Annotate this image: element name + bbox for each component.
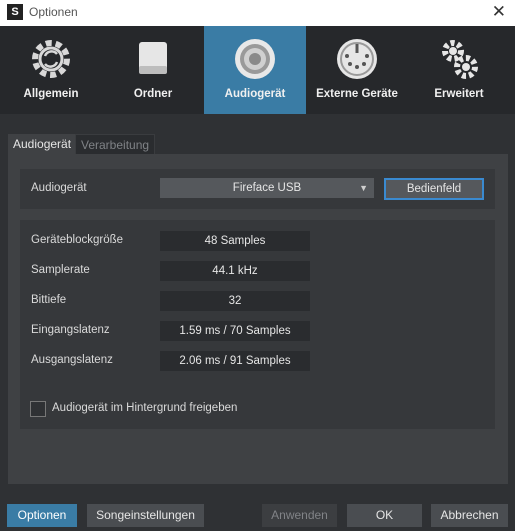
chevron-down-icon: ▼: [359, 183, 368, 193]
title-bar: S Optionen ✕: [0, 0, 515, 26]
ok-button[interactable]: OK: [347, 504, 422, 527]
param-value: 1.59 ms / 70 Samples: [160, 321, 310, 341]
toolbar-label: Externe Geräte: [316, 88, 398, 100]
gears-icon: [442, 40, 478, 79]
param-value: 32: [160, 291, 310, 311]
tab-verarbeitung[interactable]: Verarbeitung: [75, 134, 156, 154]
tab-audiogeraet[interactable]: Audiogerät: [8, 134, 77, 154]
background-release-label: Audiogerät im Hintergrund freigeben: [52, 402, 238, 414]
speaker-icon: [235, 39, 275, 79]
cancel-button[interactable]: Abbrechen: [431, 504, 508, 527]
background-release-checkbox[interactable]: [30, 401, 46, 417]
toolbar-label: Audiogerät: [224, 88, 286, 100]
apply-button[interactable]: Anwenden: [262, 504, 337, 527]
toolbar-label: Erweitert: [434, 88, 484, 100]
options-toolbar: Allgemein Ordner Audiogerät Externe Gerä…: [0, 26, 515, 114]
gear-icon: [32, 40, 70, 78]
toolbar-label: Ordner: [133, 88, 173, 100]
close-icon[interactable]: ✕: [492, 2, 506, 22]
audio-device-panel: Audiogerät Fireface USB ▼ Bedienfeld Ger…: [8, 154, 508, 484]
device-selection-box: Audiogerät Fireface USB ▼ Bedienfeld: [20, 169, 495, 209]
toolbar-item-ordner[interactable]: Ordner: [102, 26, 204, 114]
param-label: Bittiefe: [31, 294, 67, 306]
midi-port-icon: [337, 39, 377, 79]
param-label: Geräteblockgröße: [31, 234, 124, 246]
toolbar-item-allgemein[interactable]: Allgemein: [0, 26, 102, 114]
param-label: Ausgangslatenz: [31, 354, 113, 366]
param-value: 48 Samples: [160, 231, 310, 251]
device-label: Audiogerät: [31, 182, 87, 194]
toolbar-item-erweitert[interactable]: Erweitert: [408, 26, 510, 114]
toolbar-label: Allgemein: [23, 88, 79, 100]
control-panel-button[interactable]: Bedienfeld: [384, 178, 484, 200]
device-select[interactable]: Fireface USB ▼: [160, 178, 374, 198]
param-label: Samplerate: [31, 264, 90, 276]
param-value: 2.06 ms / 91 Samples: [160, 351, 310, 371]
song-settings-button[interactable]: Songeinstellungen: [87, 504, 204, 527]
param-value: 44.1 kHz: [160, 261, 310, 281]
param-label: Eingangslatenz: [31, 324, 110, 336]
options-button[interactable]: Optionen: [7, 504, 77, 527]
toolbar-item-externe-geraete[interactable]: Externe Geräte: [306, 26, 408, 114]
device-select-value: Fireface USB: [232, 182, 302, 194]
studio-one-icon: S: [7, 4, 23, 20]
toolbar-item-audiogeraet[interactable]: Audiogerät: [204, 26, 306, 114]
drive-icon: [139, 42, 167, 74]
device-parameters: Geräteblockgröße 48 Samples Samplerate 4…: [20, 220, 495, 429]
window-title: Optionen: [29, 5, 78, 19]
